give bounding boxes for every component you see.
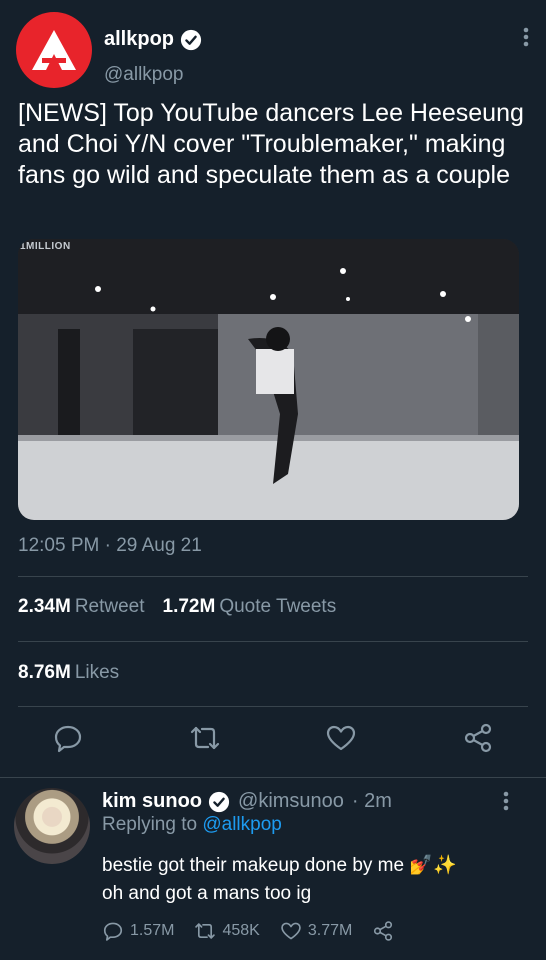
retweet-icon xyxy=(195,923,216,939)
tweet-header: allkpop @allkpop xyxy=(16,12,530,90)
media-watermark: 1MILLION xyxy=(20,241,71,252)
retweets-count: 2.34M xyxy=(18,596,71,617)
tweet-media[interactable]: 1MILLION xyxy=(18,239,519,520)
reply-like-button[interactable]: 3.77M xyxy=(280,920,352,942)
replying-to-label: Replying to xyxy=(102,814,198,835)
reply-tweet[interactable]: kim sunoo @kimsunoo · 2m Replying to @al… xyxy=(0,780,546,960)
quotes-stat[interactable]: 1.72M Quote Tweets xyxy=(163,596,337,618)
divider xyxy=(0,777,546,778)
reply-handle: @kimsunoo xyxy=(238,790,344,812)
author-avatar[interactable] xyxy=(16,12,92,88)
reply-text: bestie got their makeup done by me 💅✨ oh… xyxy=(102,852,522,908)
share-icon xyxy=(464,723,492,753)
share-button[interactable] xyxy=(462,722,494,754)
share-icon xyxy=(374,921,393,941)
tweet-text: [NEWS] Top YouTube dancers Lee Heeseung … xyxy=(18,99,524,189)
allkpop-logo-icon xyxy=(32,30,76,70)
reply-icon xyxy=(103,922,123,941)
reply-share-button[interactable] xyxy=(372,920,394,942)
reply-button[interactable] xyxy=(52,722,84,754)
reply-avatar[interactable] xyxy=(14,788,90,864)
reply-time: · 2m xyxy=(351,790,392,812)
like-icon xyxy=(281,922,301,940)
likes-label: Likes xyxy=(74,662,120,683)
author-name-text: allkpop xyxy=(104,28,175,50)
quotes-count: 1.72M xyxy=(162,596,216,617)
more-icon[interactable] xyxy=(522,26,530,48)
more-icon[interactable] xyxy=(502,790,510,812)
reply-text-line: oh and got a mans too ig xyxy=(102,883,312,904)
verified-icon xyxy=(208,791,230,812)
reply-replies-count: 1.57M xyxy=(130,922,175,939)
divider xyxy=(18,576,528,577)
dance-studio-image xyxy=(18,239,519,520)
retweets-label: Retweet xyxy=(74,596,145,617)
reply-text-line: bestie got their makeup done by me 💅✨ xyxy=(102,855,457,876)
divider xyxy=(18,641,528,642)
divider xyxy=(18,706,528,707)
tweet-actions xyxy=(0,722,546,762)
like-button[interactable] xyxy=(325,722,357,754)
reply-retweets-count: 458K xyxy=(222,922,260,939)
retweet-icon xyxy=(190,726,220,750)
verified-icon xyxy=(180,29,202,50)
quotes-label: Quote Tweets xyxy=(219,596,337,617)
reply-retweet-button[interactable]: 458K xyxy=(194,920,260,942)
reply-actions: 1.57M 458K 3.77M xyxy=(102,920,394,942)
retweet-button[interactable] xyxy=(189,722,221,754)
reply-author[interactable]: kim sunoo @kimsunoo · 2m xyxy=(102,790,392,813)
reply-author-name: kim sunoo xyxy=(102,790,203,812)
replying-to: Replying to @allkpop xyxy=(102,814,282,836)
retweets-stat[interactable]: 2.34M Retweet xyxy=(18,596,145,618)
replying-to-handle[interactable]: @allkpop xyxy=(202,814,282,835)
author-handle[interactable]: @allkpop xyxy=(104,64,184,86)
likes-stat[interactable]: 8.76M Likes xyxy=(18,662,119,684)
engagement-stats: 2.34M Retweet 1.72M Quote Tweets xyxy=(18,596,336,618)
reply-likes-count: 3.77M xyxy=(307,922,353,939)
tweet-timestamp[interactable]: 12:05 PM · 29 Aug 21 xyxy=(18,535,202,557)
likes-count: 8.76M xyxy=(18,662,71,683)
reply-icon xyxy=(54,725,82,753)
like-icon xyxy=(326,725,356,751)
reply-reply-button[interactable]: 1.57M xyxy=(102,920,174,942)
author-name[interactable]: allkpop xyxy=(104,28,202,51)
